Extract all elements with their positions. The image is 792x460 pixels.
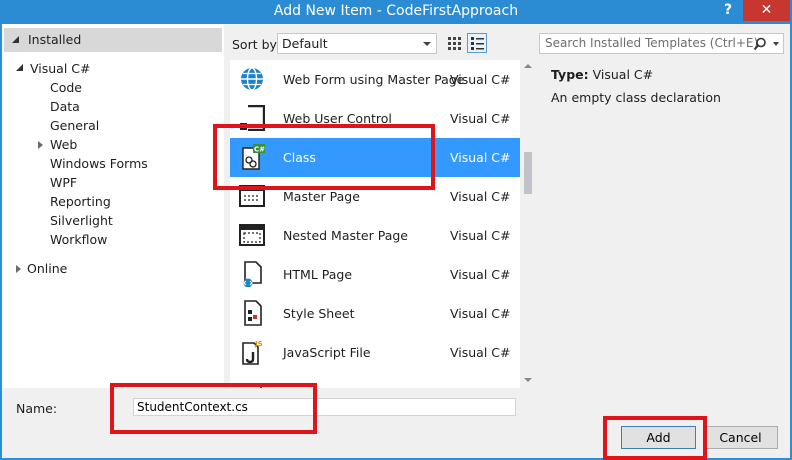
cancel-button[interactable]: Cancel	[703, 426, 778, 449]
scroll-up-arrow-icon[interactable]	[524, 64, 532, 68]
scroll-down-arrow-icon[interactable]	[524, 378, 532, 382]
annotation-highlight-name	[110, 383, 317, 434]
close-button[interactable]: ✕	[743, 0, 790, 21]
annotation-highlight-add	[603, 416, 707, 460]
collapsed-arrow-icon[interactable]	[16, 265, 21, 273]
template-row-nested-master-page[interactable]: Nested Master Page Visual C#	[230, 216, 520, 255]
template-name: HTML Page	[283, 267, 353, 282]
template-language: Visual C#	[450, 189, 511, 204]
tree-item-web[interactable]: Web	[50, 135, 77, 154]
template-row-web-form-master[interactable]: Web Form using Master Page Visual C#	[230, 60, 520, 99]
title-bar: Add New Item - CodeFirstApproach ? ✕	[0, 0, 792, 24]
template-language: Visual C#	[450, 228, 511, 243]
template-language: Visual C#	[450, 306, 511, 321]
tree-item-wpf[interactable]: WPF	[50, 173, 77, 192]
tree-item-windows-forms[interactable]: Windows Forms	[50, 154, 148, 173]
expand-arrow-icon[interactable]	[12, 36, 19, 43]
template-name: JavaScript File	[283, 345, 371, 360]
tree-item-visual-csharp[interactable]: Visual C#	[30, 59, 91, 78]
window-title: Add New Item - CodeFirstApproach	[273, 3, 519, 19]
small-icons-view-button[interactable]	[444, 33, 464, 53]
grid-view-icon	[448, 37, 461, 50]
help-button[interactable]: ?	[716, 0, 740, 22]
template-row-html-page[interactable]: HTML Page Visual C#	[230, 255, 520, 294]
details-description: An empty class declaration	[551, 90, 721, 105]
template-language: Visual C#	[450, 72, 511, 87]
tree-item-general[interactable]: General	[50, 116, 99, 135]
tree-item-code[interactable]: Code	[50, 78, 82, 97]
template-name: Web Form using Master Page	[283, 72, 465, 87]
category-tree: Installed Visual C# Code Data General We…	[2, 24, 224, 388]
template-list: Web Form using Master Page Visual C# Web…	[230, 60, 520, 388]
medium-icons-view-button[interactable]	[467, 33, 487, 53]
html-page-icon	[243, 261, 262, 287]
template-name: Nested Master Page	[283, 228, 408, 243]
search-placeholder: Search Installed Templates (Ctrl+E)	[545, 36, 759, 50]
svg-text:JS: JS	[254, 340, 263, 348]
chevron-down-icon	[423, 42, 431, 46]
annotation-highlight-class	[213, 124, 435, 190]
tree-item-installed[interactable]: Installed	[4, 28, 222, 52]
template-name: Master Page	[283, 189, 360, 204]
tree-item-online[interactable]: Online	[27, 259, 67, 278]
details-type-label: Type:	[551, 67, 589, 82]
search-templates-input[interactable]: Search Installed Templates (Ctrl+E)	[539, 33, 784, 54]
tree-item-label: Installed	[28, 32, 82, 47]
tree-item-data[interactable]: Data	[50, 97, 80, 116]
template-language: Visual C#	[450, 150, 511, 165]
search-icon[interactable]	[753, 37, 767, 51]
sort-by-dropdown[interactable]: Default	[277, 33, 437, 54]
template-language: Visual C#	[450, 111, 511, 126]
template-row-style-sheet[interactable]: Style Sheet Visual C#	[230, 294, 520, 333]
details-type: Type: Visual C#	[551, 67, 653, 82]
collapsed-arrow-icon[interactable]	[38, 141, 43, 149]
template-name: Style Sheet	[283, 306, 355, 321]
template-language: Visual C#	[450, 267, 511, 282]
tree-item-silverlight[interactable]: Silverlight	[50, 211, 113, 230]
javascript-file-icon: JS	[242, 340, 263, 365]
nested-master-page-icon	[239, 224, 265, 246]
template-list-scrollbar[interactable]	[520, 60, 536, 388]
tree-item-reporting[interactable]: Reporting	[50, 192, 111, 211]
sort-by-label: Sort by:	[232, 37, 281, 52]
details-type-value: Visual C#	[592, 67, 654, 82]
search-options-arrow-icon[interactable]	[773, 42, 779, 46]
tree-item-workflow[interactable]: Workflow	[50, 230, 107, 249]
name-label: Name:	[16, 401, 58, 416]
scroll-thumb[interactable]	[524, 152, 532, 194]
globe-icon	[241, 67, 263, 91]
list-view-icon	[471, 37, 484, 50]
style-sheet-icon	[244, 300, 262, 326]
sort-by-value: Default	[282, 36, 328, 51]
template-language: Visual C#	[450, 345, 511, 360]
template-row-javascript-file[interactable]: JS JavaScript File Visual C#	[230, 333, 520, 372]
expand-arrow-icon[interactable]	[16, 64, 23, 71]
